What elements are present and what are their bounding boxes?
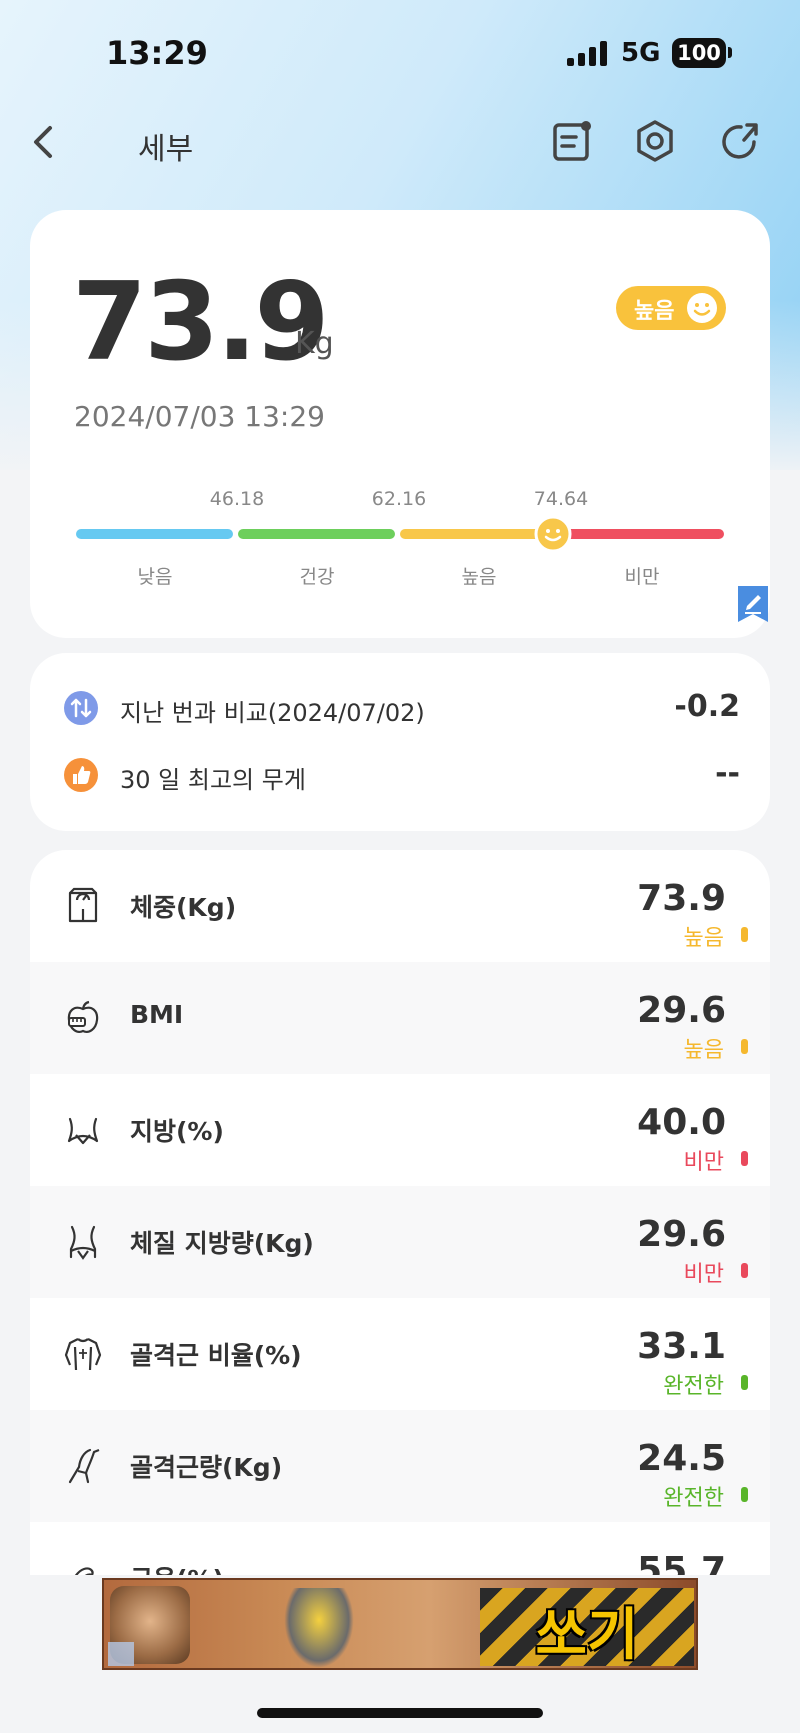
weight-status-badge: 높음 <box>616 286 726 330</box>
range-segment-healthy <box>238 529 395 539</box>
battery-level: 100 <box>677 41 721 65</box>
signal-icon <box>567 40 609 66</box>
metric-status: 완전한 <box>663 1374 724 1399</box>
metrics-list: 체중(Kg) 73.9 높음 BMI 29.6 높음 지방(%) 40.0 비만 <box>30 850 770 1575</box>
metric-status: 높음 <box>683 1038 724 1063</box>
back-button[interactable] <box>20 118 68 166</box>
metric-status-indicator <box>741 1487 748 1502</box>
metric-label: BMI <box>130 1000 184 1029</box>
threshold-low: 46.18 <box>209 488 265 510</box>
ad-soldier-image <box>284 1588 354 1668</box>
best-weight-label: 30 일 최고의 무게 <box>120 766 306 794</box>
metric-row-bmi[interactable]: BMI 29.6 높음 <box>30 962 770 1074</box>
range-segment-low <box>76 529 233 539</box>
thumbs-up-icon <box>64 758 98 792</box>
ad-title: 쏘기 <box>535 1603 639 1668</box>
metric-label: 지방(%) <box>130 1117 224 1146</box>
range-label-low: 낮음 <box>137 566 173 588</box>
share-button[interactable] <box>714 116 764 166</box>
range-segment-obese <box>562 529 724 539</box>
metric-status: 완전한 <box>663 1486 724 1511</box>
metric-status-indicator <box>741 1375 748 1390</box>
compare-last-row[interactable]: 지난 번과 비교(2024/07/02) -0.2 <box>30 683 770 733</box>
metric-label: 체질 지방량(Kg) <box>130 1229 314 1258</box>
metric-row-weight[interactable]: 체중(Kg) 73.9 높음 <box>30 850 770 962</box>
apple-icon <box>67 1000 99 1033</box>
weight-unit: Kg <box>295 326 334 361</box>
leg-muscle-icon <box>68 1448 100 1484</box>
record-list-button[interactable] <box>546 116 596 166</box>
metric-row-skeletal-muscle-ratio[interactable]: 골격근 비율(%) 33.1 완전한 <box>30 1298 770 1410</box>
best-weight-value: -- <box>715 756 740 791</box>
ad-banner[interactable]: 쏘기 <box>102 1578 698 1670</box>
arm-muscle-icon <box>74 1567 94 1575</box>
metric-status-indicator <box>741 1263 748 1278</box>
metric-status-indicator <box>741 1151 748 1166</box>
compare-last-value: -0.2 <box>674 689 740 724</box>
settings-hexagon-icon <box>637 120 673 162</box>
share-icon <box>722 123 758 159</box>
smiley-icon <box>687 293 717 323</box>
range-label-healthy: 건강 <box>299 566 335 588</box>
settings-button[interactable] <box>630 116 680 166</box>
waist-icon <box>67 1117 99 1145</box>
current-weight: 73.9 <box>72 260 329 385</box>
metric-value: 29.6 <box>637 1214 726 1255</box>
compare-arrows-icon <box>64 691 98 725</box>
nav-bar: 세부 <box>0 110 800 170</box>
page-title: 세부 <box>138 132 194 167</box>
scale-icon <box>68 887 98 923</box>
chevron-left-icon <box>34 126 52 158</box>
metric-value: 29.6 <box>637 990 726 1031</box>
measurement-date: 2024/07/03 13:29 <box>74 400 325 433</box>
metric-row-muscle[interactable]: 근육(%) 55.7 <box>30 1522 770 1575</box>
metric-value: 55.7 <box>637 1550 726 1575</box>
home-indicator <box>257 1708 543 1718</box>
metric-value: 33.1 <box>637 1326 726 1367</box>
metric-status-indicator <box>741 1039 748 1054</box>
weight-status-label: 높음 <box>634 299 675 324</box>
network-type: 5G <box>621 38 661 68</box>
metric-status: 비만 <box>683 1150 724 1175</box>
compare-last-label: 지난 번과 비교(2024/07/02) <box>120 699 425 727</box>
metric-row-fat[interactable]: 지방(%) 40.0 비만 <box>30 1074 770 1186</box>
threshold-high: 74.64 <box>533 488 589 510</box>
metric-value: 40.0 <box>637 1102 726 1143</box>
muscle-body-icon <box>64 1338 102 1371</box>
metric-row-skeletal-muscle-mass[interactable]: 골격근량(Kg) 24.5 완전한 <box>30 1410 770 1522</box>
metric-label: 골격근 비율(%) <box>130 1341 302 1370</box>
metric-value: 24.5 <box>637 1438 726 1479</box>
metric-status: 비만 <box>683 1262 724 1287</box>
status-bar: 13:29 5G 100 <box>0 0 800 110</box>
metric-value: 73.9 <box>637 878 726 919</box>
metric-status-indicator <box>741 927 748 942</box>
metric-status: 높음 <box>683 926 724 951</box>
ad-choices-icon[interactable] <box>108 1642 134 1666</box>
document-list-icon <box>553 121 591 161</box>
best-weight-row[interactable]: 30 일 최고의 무게 -- <box>30 750 770 800</box>
edit-bookmark-icon[interactable] <box>738 586 768 622</box>
threshold-healthy: 62.16 <box>371 488 427 510</box>
metric-row-fat-mass[interactable]: 체질 지방량(Kg) 29.6 비만 <box>30 1186 770 1298</box>
metric-label: 골격근량(Kg) <box>130 1453 283 1482</box>
metric-label: 체중(Kg) <box>130 893 237 922</box>
current-value-marker <box>534 515 572 553</box>
torso-icon <box>69 1225 97 1260</box>
range-label-high: 높음 <box>461 566 497 588</box>
status-time: 13:29 <box>106 34 208 72</box>
battery-icon: 100 <box>672 38 726 68</box>
weight-summary-card: 73.9 Kg 높음 2024/07/03 13:29 46.18 62.16 … <box>30 210 770 638</box>
metric-label: 근육(%) <box>130 1560 224 1575</box>
range-label-obese: 비만 <box>624 566 660 588</box>
comparison-card: 지난 번과 비교(2024/07/02) -0.2 30 일 최고의 무게 -- <box>30 653 770 831</box>
battery-tip <box>728 47 732 58</box>
